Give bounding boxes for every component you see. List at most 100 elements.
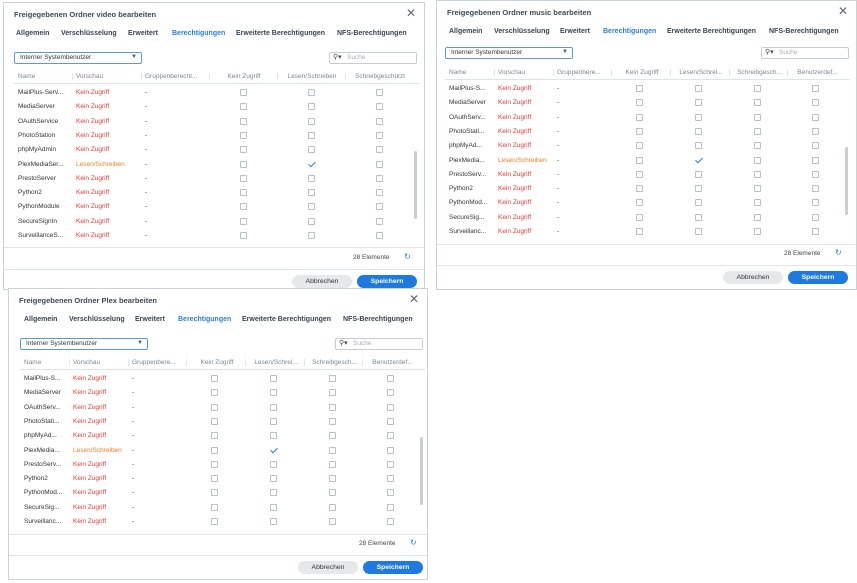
cb-lesen-schreiben[interactable] <box>695 85 702 92</box>
table-row[interactable]: PythonModule Kein Zugriff - <box>14 200 412 214</box>
tab-berechtigungen[interactable]: Berechtigungen <box>603 28 656 35</box>
table-row[interactable]: PhotoStation Kein Zugriff - <box>14 129 412 143</box>
table-row[interactable]: Python2 Kein Zugriff - <box>445 182 843 196</box>
cb-schreibgeschuetzt[interactable] <box>376 189 383 197</box>
cb-schreibgeschuetzt[interactable] <box>754 99 761 107</box>
cb-kein-zugriff[interactable] <box>240 203 247 211</box>
cb-lesen-schreiben[interactable] <box>308 117 315 125</box>
table-row[interactable]: phpMyAd... Kein Zugriff - <box>20 429 418 443</box>
col-name[interactable]: Name <box>449 69 495 76</box>
cb-lesen-schreiben[interactable] <box>308 89 315 96</box>
cb-kein-zugriff[interactable] <box>240 232 247 239</box>
cb-schreibgeschuetzt[interactable] <box>376 103 383 111</box>
cb-schreibgeschuetzt[interactable] <box>329 489 336 497</box>
cb-lesen-schreiben[interactable] <box>270 389 277 397</box>
scrollbar[interactable] <box>845 147 848 215</box>
cb-lesen-schreiben[interactable] <box>270 375 277 382</box>
table-row[interactable]: PhotoStati... Kein Zugriff - <box>445 125 843 139</box>
user-type-select[interactable]: Interner Systembenutzer ▼ <box>445 47 573 59</box>
cb-benutzerdefiniert[interactable] <box>812 113 819 121</box>
cb-schreibgeschuetzt[interactable] <box>754 199 761 207</box>
cb-schreibgeschuetzt[interactable] <box>329 518 336 525</box>
cb-schreibgeschuetzt[interactable] <box>376 131 383 139</box>
cb-lesen-schreiben[interactable] <box>308 131 315 139</box>
table-row[interactable]: PrestoServ... Kein Zugriff - <box>20 458 418 472</box>
cb-kein-zugriff[interactable] <box>211 403 218 411</box>
cb-benutzerdefiniert[interactable] <box>387 460 394 468</box>
table-row[interactable]: PrestoServ... Kein Zugriff - <box>445 168 843 182</box>
col-gruppenberechtigung[interactable]: Gruppenbere... <box>553 69 610 76</box>
cb-kein-zugriff[interactable] <box>240 174 247 182</box>
cb-lesen-schreiben[interactable] <box>270 403 277 411</box>
close-icon[interactable]: ✕ <box>406 7 416 19</box>
tab-erweitert[interactable]: Erweitert <box>560 28 590 35</box>
cb-kein-zugriff[interactable] <box>211 503 218 511</box>
cb-benutzerdefiniert[interactable] <box>812 185 819 193</box>
cb-benutzerdefiniert[interactable] <box>387 432 394 440</box>
cb-kein-zugriff[interactable] <box>211 432 218 440</box>
cb-kein-zugriff[interactable] <box>636 142 643 150</box>
cb-lesen-schreiben[interactable] <box>695 113 702 121</box>
cb-lesen-schreiben[interactable] <box>270 489 277 497</box>
save-button[interactable]: Speichern <box>357 275 417 288</box>
cb-kein-zugriff[interactable] <box>211 389 218 397</box>
cb-kein-zugriff[interactable] <box>636 185 643 193</box>
tab-berechtigungen[interactable]: Berechtigungen <box>178 316 231 323</box>
table-row[interactable]: MediaServer Kein Zugriff - <box>20 386 418 400</box>
cb-lesen-schreiben[interactable] <box>308 232 315 239</box>
col-schreibgeschuetzt[interactable]: Schreibgesch... <box>304 359 361 366</box>
col-lesen-schreiben[interactable]: Lesen/Schrei... <box>670 69 728 76</box>
search-input[interactable]: ⚲▾ Suche <box>329 52 417 64</box>
cb-schreibgeschuetzt[interactable] <box>754 156 761 164</box>
cb-lesen-schreiben[interactable] <box>308 189 315 197</box>
cb-schreibgeschuetzt[interactable] <box>754 228 761 235</box>
cb-kein-zugriff[interactable] <box>240 103 247 111</box>
table-row[interactable]: MailPlus-S... Kein Zugriff - <box>20 372 418 386</box>
cb-benutzerdefiniert[interactable] <box>812 228 819 235</box>
cancel-button[interactable]: Abbrechen <box>292 275 352 288</box>
col-lesen-schreiben[interactable]: Lesen/Schrei... <box>245 359 303 366</box>
cb-kein-zugriff[interactable] <box>240 117 247 125</box>
cb-schreibgeschuetzt[interactable] <box>329 446 336 454</box>
table-row[interactable]: SecureSig... Kein Zugriff - <box>20 501 418 515</box>
cb-lesen-schreiben[interactable] <box>695 127 702 135</box>
cb-schreibgeschuetzt[interactable] <box>376 146 383 154</box>
tab-nfs-berechtigungen[interactable]: NFS-Berechtigungen <box>769 28 839 35</box>
save-button[interactable]: Speichern <box>363 561 423 574</box>
cb-benutzerdefiniert[interactable] <box>812 85 819 92</box>
cb-lesen-schreiben[interactable] <box>308 103 315 111</box>
col-gruppenberechtigung[interactable]: Gruppenbere... <box>128 359 185 366</box>
cb-kein-zugriff[interactable] <box>636 85 643 92</box>
table-row[interactable]: SecureSig... Kein Zugriff - <box>445 211 843 225</box>
table-row[interactable]: Surveillanc... Kein Zugriff - <box>20 515 418 529</box>
cb-kein-zugriff[interactable] <box>240 217 247 225</box>
col-schreibgeschuetzt[interactable]: Schreibgeschützt <box>345 73 411 80</box>
cb-schreibgeschuetzt[interactable] <box>329 460 336 468</box>
table-row[interactable]: phpMyAdmin Kein Zugriff - <box>14 143 412 157</box>
tab-verschluesselung[interactable]: Verschlüsselung <box>61 30 117 37</box>
table-row[interactable]: MailPlus-S... Kein Zugriff - <box>445 82 843 96</box>
col-kein-zugriff[interactable]: Kein Zugriff <box>186 359 244 366</box>
cb-kein-zugriff[interactable] <box>636 228 643 235</box>
cb-schreibgeschuetzt[interactable] <box>754 142 761 150</box>
cb-schreibgeschuetzt[interactable] <box>754 170 761 178</box>
cb-schreibgeschuetzt[interactable] <box>376 203 383 211</box>
cb-schreibgeschuetzt[interactable] <box>329 475 336 483</box>
tab-allgemein[interactable]: Allgemein <box>24 316 57 323</box>
table-row[interactable]: PythonMod... Kein Zugriff - <box>445 196 843 210</box>
tab-nfs-berechtigungen[interactable]: NFS-Berechtigungen <box>343 316 413 323</box>
cb-kein-zugriff[interactable] <box>636 99 643 107</box>
col-name[interactable]: Name <box>18 73 68 80</box>
cb-schreibgeschuetzt[interactable] <box>754 85 761 92</box>
cb-kein-zugriff[interactable] <box>240 131 247 139</box>
cb-kein-zugriff[interactable] <box>211 518 218 525</box>
cb-kein-zugriff[interactable] <box>636 113 643 121</box>
user-type-select[interactable]: Interner Systembenutzer ▼ <box>14 52 142 64</box>
tab-verschluesselung[interactable]: Verschlüsselung <box>494 28 550 35</box>
search-input[interactable]: ⚲▾ Suche <box>761 47 849 59</box>
search-input[interactable]: ⚲▾ Suche <box>335 338 423 350</box>
cb-kein-zugriff[interactable] <box>211 417 218 425</box>
cb-lesen-schreiben[interactable] <box>308 174 315 182</box>
table-row[interactable]: MediaServer Kein Zugriff - <box>14 100 412 114</box>
cb-benutzerdefiniert[interactable] <box>387 375 394 382</box>
